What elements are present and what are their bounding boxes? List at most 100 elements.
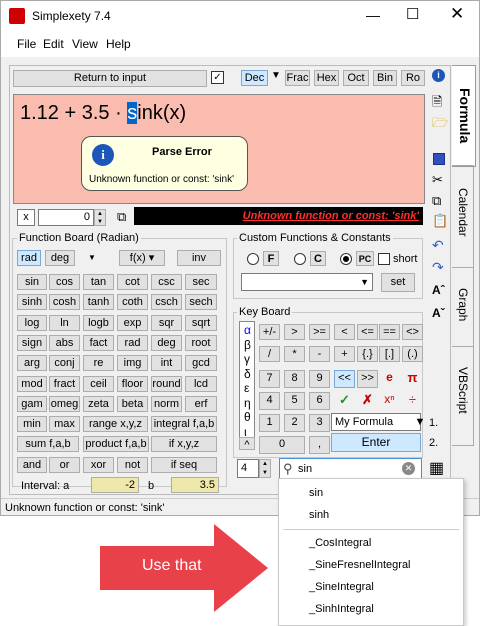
cut-icon[interactable]: ✂ [432,172,443,188]
fb-floor-button[interactable]: floor [117,375,148,392]
var-name-field[interactable]: x [17,209,35,226]
kb-r2-2[interactable]: - [309,346,330,362]
fb-min-button[interactable]: min [17,416,47,433]
fb-not-button[interactable]: not [117,456,148,473]
paste-icon[interactable]: 📋 [432,213,448,229]
base-frac-button[interactable]: Frac [285,70,310,86]
fb-if-button[interactable]: if x,y,z [151,436,217,453]
fb-sum-button[interactable]: sum f,a,b [17,436,79,453]
undo-icon[interactable]: ↶ [432,237,444,254]
fb-round-button[interactable]: round [151,375,182,392]
fb-mod-button[interactable]: mod [17,375,47,392]
redo-icon[interactable]: ↷ [432,259,444,276]
kb-right-button[interactable]: >> [357,370,378,388]
fb-range-button[interactable]: range x,y,z [83,416,148,433]
fb-norm-button[interactable]: norm [151,395,182,412]
kb-digit-8[interactable]: 8 [284,370,305,388]
kb-r2-0[interactable]: / [259,346,280,362]
base-dropdown-icon[interactable]: ▼ [271,70,281,81]
open-folder-icon[interactable]: 🗁 [432,114,448,136]
greek-1[interactable]: β [244,338,251,352]
fb-tanh-button[interactable]: tanh [83,294,114,311]
search-count-field[interactable]: 4 [237,459,259,478]
fb-cosh-button[interactable]: cosh [49,294,80,311]
kb-left-button[interactable]: << [334,370,355,388]
fb-csch-button[interactable]: csch [151,294,182,311]
fb-erf-button[interactable]: erf [185,395,217,412]
fb-fx-button[interactable]: f(x) ▾ [119,250,165,266]
base-bin-button[interactable]: Bin [373,70,397,86]
fb-omeg-button[interactable]: omeg [49,395,80,412]
fb-sinh-button[interactable]: sinh [17,294,47,311]
save-icon[interactable] [433,153,445,165]
kb-zero-button[interactable]: 0 [259,436,305,454]
fb-lcd-button[interactable]: lcd [185,375,217,392]
fb-integral-button[interactable]: integral f,a,b [151,416,217,433]
kb-r1-1[interactable]: > [284,324,305,340]
kb-div-icon[interactable]: ÷ [402,392,423,410]
var-value-field[interactable]: 0 [38,209,94,226]
fb-conj-button[interactable]: conj [49,355,80,372]
copy-icon[interactable]: ⧉ [117,209,126,225]
fb-ifseq-button[interactable]: if seq [151,456,217,473]
fb-re-button[interactable]: re [83,355,114,372]
kb-hat-button[interactable]: ^ [239,437,255,450]
kb-digit-4[interactable]: 4 [259,392,280,410]
fb-gam-button[interactable]: gam [17,395,47,412]
kb-digit-2[interactable]: 2 [284,414,305,432]
fb-logb-button[interactable]: logb [83,314,114,331]
kb-r1-5[interactable]: == [379,324,400,340]
fb-fract-button[interactable]: fract [49,375,80,392]
fb-rad-button[interactable]: rad [17,250,41,266]
kb-check-icon[interactable]: ✓ [334,392,355,410]
kb-digit-5[interactable]: 5 [284,392,305,410]
set-button[interactable]: set [381,273,415,292]
kb-digit-9[interactable]: 9 [309,370,330,388]
fb-sign-button[interactable]: sign [17,334,47,351]
info-tool-icon[interactable]: i [432,69,445,82]
tab-vbscript[interactable]: VBScript [452,346,474,446]
tab-calendar[interactable]: Calendar [452,165,474,268]
interval-b-field[interactable]: 3.5 [171,476,219,493]
tab-formula[interactable]: Formula [452,65,476,167]
fb-int-button[interactable]: int [151,355,182,372]
base-oct-button[interactable]: Oct [343,70,369,86]
kb-digit-3[interactable]: 3 [309,414,330,432]
fb-xor-button[interactable]: xor [83,456,114,473]
minimize-icon[interactable]: — [366,7,380,23]
return-to-input-button[interactable]: Return to input [13,70,207,87]
fb-ceil-button[interactable]: ceil [83,375,114,392]
fb-max-button[interactable]: max [49,416,80,433]
formula-select[interactable]: My Formula ▼ [331,413,425,431]
fb-abs-button[interactable]: abs [49,334,80,351]
fb-sec-button[interactable]: sec [185,274,217,290]
fb-and-button[interactable]: and [17,456,47,473]
greek-6[interactable]: θ [244,410,251,424]
copy-tool-icon[interactable]: ⧉ [432,193,441,209]
search-clear-icon[interactable]: ✕ [402,462,415,475]
fb-sqr-button[interactable]: sqr [151,314,182,331]
kb-xn-icon[interactable]: xⁿ [379,392,400,410]
kb-x-icon[interactable]: ✗ [357,392,378,410]
fb-inv-button[interactable]: inv [177,250,221,266]
fb-dropdown-button[interactable]: ▼ [81,250,103,266]
short-checkbox[interactable] [378,253,390,265]
kb-r2-5[interactable]: [.] [379,346,400,362]
menu-view[interactable]: View [72,37,98,51]
kb-digit-1[interactable]: 1 [259,414,280,432]
calculator-icon[interactable]: ▦ [429,458,444,478]
fb-ln-button[interactable]: ln [49,314,80,331]
base-dec-button[interactable]: Dec [241,70,268,86]
fb-rad-button[interactable]: rad [117,334,148,351]
radio-c[interactable] [294,253,306,265]
fb-log-button[interactable]: log [17,314,47,331]
greek-2[interactable]: γ [244,352,250,366]
fb-sqrt-button[interactable]: sqrt [185,314,217,331]
menu-help[interactable]: Help [106,37,131,51]
kb-digit-7[interactable]: 7 [259,370,280,388]
base-hex-button[interactable]: Hex [314,70,339,86]
kb-r1-0[interactable]: +/- [259,324,280,340]
fb-root-button[interactable]: root [185,334,217,351]
cf-c-button[interactable]: C [310,251,326,266]
greek-0[interactable]: α [244,323,251,337]
